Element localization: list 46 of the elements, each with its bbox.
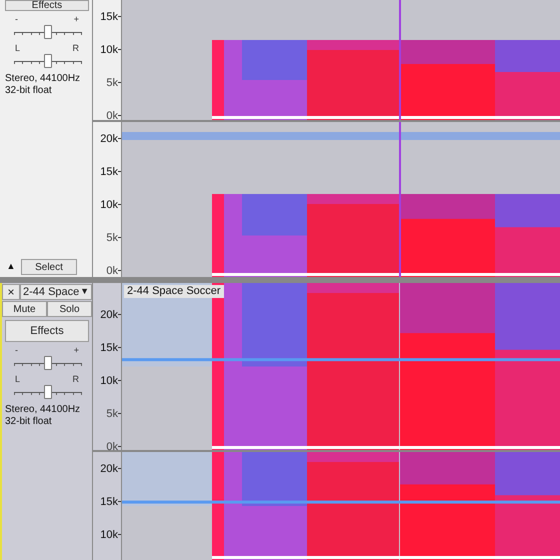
slider-min-label: -	[15, 15, 18, 24]
collapse-button[interactable]: ▲	[3, 259, 19, 275]
ruler-label: 5k	[106, 76, 118, 88]
ruler-label: 20k	[100, 308, 118, 320]
slider-thumb[interactable]	[44, 385, 52, 399]
slider[interactable]	[14, 384, 82, 400]
ruler-label: 20k	[100, 462, 118, 474]
format-info: Stereo, 44100Hz	[4, 404, 82, 416]
slider-max-label: R	[72, 44, 79, 53]
slider[interactable]	[14, 24, 82, 40]
close-button[interactable]: ×	[2, 284, 20, 300]
format-info: Stereo, 44100Hz	[4, 73, 82, 85]
slider-thumb[interactable]	[44, 54, 52, 68]
track-name-menu[interactable]: 2-44 Space▼	[20, 284, 92, 300]
ruler-label: 20k	[100, 132, 118, 144]
ruler-label: 10k	[100, 374, 118, 386]
track-title: 2-44 Space Soccer	[124, 285, 224, 298]
mute-button[interactable]: Mute	[2, 301, 47, 317]
effects-button[interactable]: Effects	[5, 0, 89, 11]
ruler-label: 0k	[106, 264, 118, 276]
ruler-label: 15k	[100, 496, 118, 508]
ruler-label: 5k	[106, 408, 118, 420]
slider-min-label: L	[15, 44, 20, 53]
ruler-label: 15k	[100, 342, 118, 354]
ruler-label: 10k	[100, 44, 118, 56]
format-info: 32-bit float	[4, 416, 53, 428]
solo-button[interactable]: Solo	[47, 301, 92, 317]
slider-thumb[interactable]	[44, 25, 52, 39]
select-button[interactable]: Select	[21, 259, 77, 275]
effects-button[interactable]: Effects	[5, 320, 89, 342]
ruler-label: 0k	[106, 110, 118, 122]
slider-min-label: -	[15, 346, 18, 355]
ruler-label: 0k	[106, 440, 118, 452]
ruler-label: 15k	[100, 10, 118, 22]
ruler-label: 10k	[100, 198, 118, 210]
format-info: 32-bit float	[4, 85, 53, 97]
ruler-label: 5k	[106, 232, 118, 244]
slider-min-label: L	[15, 375, 20, 384]
slider-max-label: R	[72, 375, 79, 384]
slider-max-label: +	[74, 15, 79, 24]
slider[interactable]	[14, 355, 82, 371]
slider[interactable]	[14, 53, 82, 69]
ruler-label: 10k	[100, 528, 118, 540]
slider-thumb[interactable]	[44, 356, 52, 370]
ruler-label: 15k	[100, 166, 118, 178]
slider-max-label: +	[74, 346, 79, 355]
